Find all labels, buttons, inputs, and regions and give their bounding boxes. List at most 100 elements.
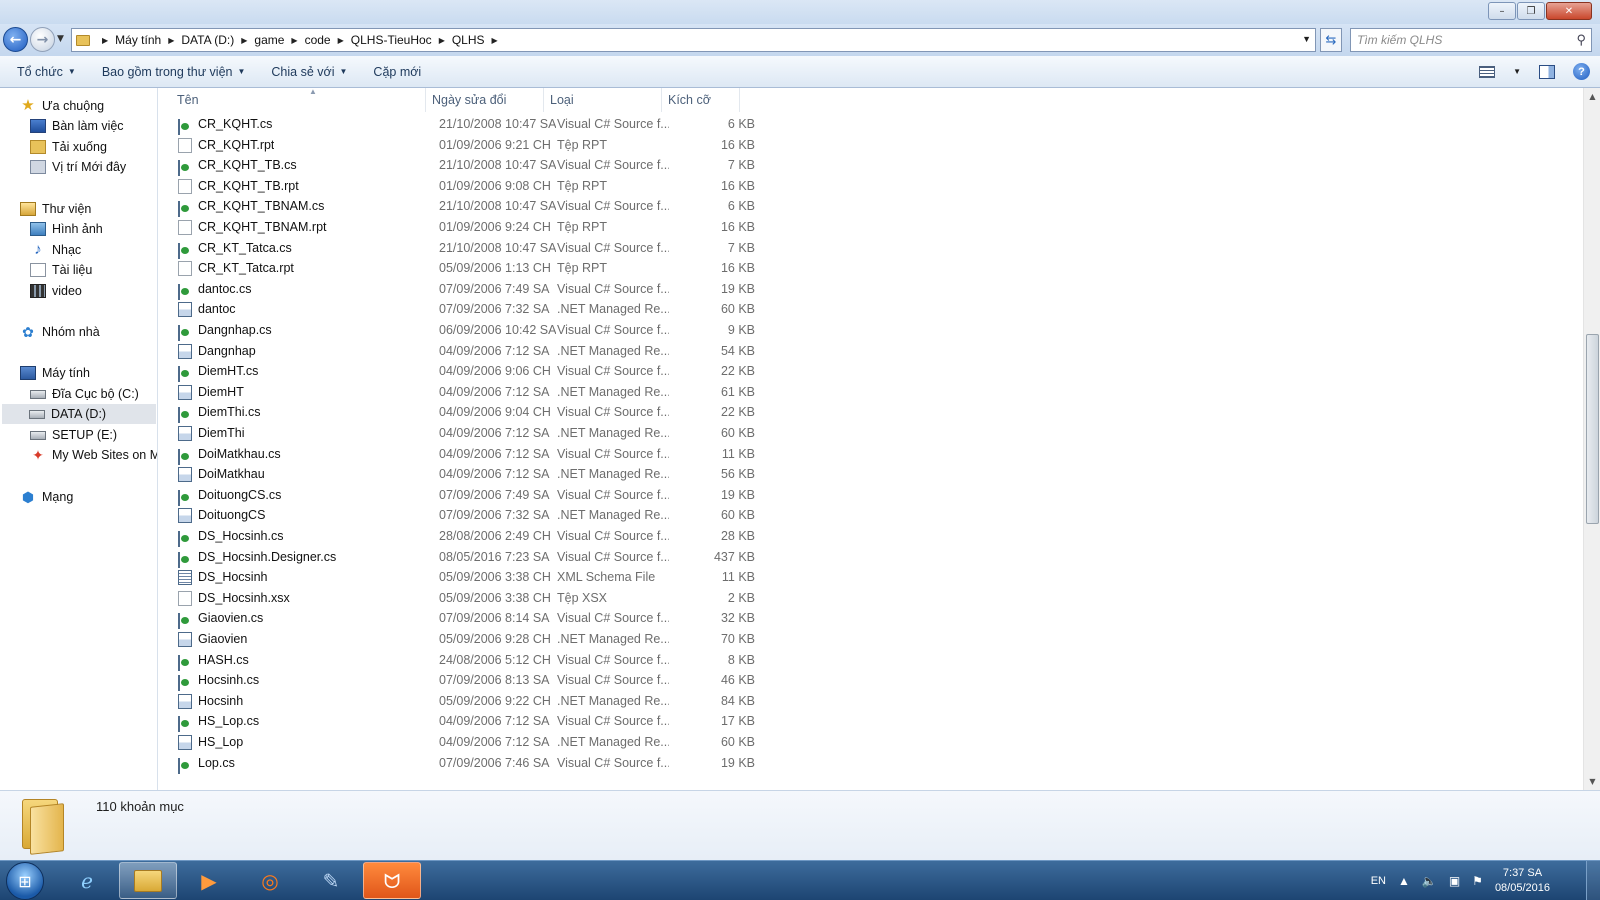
chevron-right-icon[interactable]: ▶: [102, 36, 108, 45]
file-explorer-icon[interactable]: [119, 862, 177, 899]
file-row[interactable]: DoiMatkhau 04/09/2006 7:12 SA .NET Managed…: [159, 464, 759, 485]
tool-icon[interactable]: ✎: [302, 862, 360, 899]
help-icon[interactable]: ?: [1573, 63, 1590, 80]
column-header-type[interactable]: Loại: [544, 88, 662, 112]
breadcrumb-game[interactable]: game: [253, 33, 285, 47]
file-row[interactable]: dantoc 07/09/2006 7:32 SA .NET Managed Re.…: [159, 299, 759, 320]
start-button[interactable]: ⊞: [6, 862, 44, 900]
action-center-icon[interactable]: ⚑: [1472, 874, 1483, 888]
file-row[interactable]: DoiMatkhau.cs 04/09/2006 7:12 SA Visual C#…: [159, 444, 759, 465]
column-header-date[interactable]: Ngày sửa đổi: [426, 88, 544, 112]
minimize-button[interactable]: –: [1488, 2, 1516, 20]
share-with-button[interactable]: Chia sẻ với ▼: [262, 65, 356, 79]
file-row[interactable]: CR_KQHT.cs 21/10/2008 10:47 SA Visual C# S…: [159, 114, 759, 135]
column-header-size[interactable]: Kích cỡ: [662, 88, 740, 112]
sidebar-item-desktop[interactable]: Bàn làm việc: [30, 116, 124, 136]
breadcrumb-drive-d[interactable]: DATA (D:): [180, 33, 235, 47]
sidebar-item-music[interactable]: ♪ Nhạc: [30, 240, 81, 260]
column-header-name[interactable]: Tên ▲: [171, 88, 426, 112]
refresh-button[interactable]: ⇆: [1320, 28, 1342, 52]
chevron-right-icon[interactable]: ▶: [439, 36, 445, 45]
new-folder-button[interactable]: Cặp mới: [364, 65, 430, 79]
file-row[interactable]: dantoc.cs 07/09/2006 7:49 SA Visual C# Sou…: [159, 279, 759, 300]
chevron-right-icon[interactable]: ▶: [168, 36, 174, 45]
uc-browser-icon[interactable]: ᗢ: [363, 862, 421, 899]
chevron-right-icon[interactable]: ▶: [492, 36, 498, 45]
file-row[interactable]: HS_Lop.cs 04/09/2006 7:12 SA Visual C# Sou…: [159, 711, 759, 733]
change-view-icon[interactable]: [1479, 65, 1496, 78]
sidebar-item-drive-d[interactable]: DATA (D:): [2, 404, 156, 424]
search-icon[interactable]: ⚲: [1576, 32, 1586, 48]
file-row[interactable]: DoituongCS 07/09/2006 7:32 SA .NET Managed…: [159, 505, 759, 526]
file-row[interactable]: DS_Hocsinh.cs 28/08/2006 2:49 CH Visual C#…: [159, 526, 759, 547]
sidebar-item-network[interactable]: ⬢ Mạng: [20, 487, 73, 507]
breadcrumb-qlhs-tieuhoc[interactable]: QLHS-TieuHoc: [350, 33, 433, 47]
view-options-dropdown[interactable]: ▼: [1513, 67, 1521, 76]
internet-explorer-icon[interactable]: ℯ: [58, 862, 116, 899]
search-input[interactable]: Tìm kiếm QLHS ⚲: [1350, 28, 1592, 52]
file-row[interactable]: Hocsinh.cs 07/09/2006 8:13 SA Visual C# So…: [159, 670, 759, 692]
sidebar-item-recent-places[interactable]: Vị trí Mới đây: [30, 157, 126, 177]
media-player-icon[interactable]: ▶: [180, 862, 238, 899]
chevron-right-icon[interactable]: ▶: [291, 36, 297, 45]
vertical-scrollbar[interactable]: ▲ ▼: [1583, 88, 1600, 790]
file-row[interactable]: DS_Hocsinh.xsx 05/09/2006 3:38 CH Tệp XSX 2…: [159, 588, 759, 609]
file-row[interactable]: Dangnhap.cs 06/09/2006 10:42 SA Visual C# …: [159, 320, 759, 341]
show-desktop-button[interactable]: [1586, 861, 1600, 900]
sidebar-item-computer[interactable]: Máy tính: [20, 363, 90, 383]
file-row[interactable]: DiemHT.cs 04/09/2006 9:06 CH Visual C# Sou…: [159, 361, 759, 383]
volume-icon[interactable]: 🔈: [1422, 874, 1437, 888]
file-row[interactable]: HS_Lop 04/09/2006 7:12 SA .NET Managed Re.…: [159, 732, 759, 753]
close-button[interactable]: ✕: [1546, 2, 1592, 20]
network-status-icon[interactable]: ▣: [1449, 874, 1460, 888]
breadcrumb-code[interactable]: code: [304, 33, 332, 47]
file-row[interactable]: DS_Hocsinh.Designer.cs 08/05/2016 7:23 SA…: [159, 547, 759, 568]
scrollbar-thumb[interactable]: [1586, 334, 1599, 524]
file-row[interactable]: HASH.cs 24/08/2006 5:12 CH Visual C# Sourc…: [159, 650, 759, 671]
address-history-dropdown[interactable]: ▼: [1302, 34, 1311, 44]
file-row[interactable]: CR_KQHT_TBNAM.cs 21/10/2008 10:47 SA Visua…: [159, 196, 759, 218]
sidebar-item-drive-c[interactable]: Đĩa Cục bộ (C:): [30, 384, 139, 404]
file-row[interactable]: DiemThi.cs 04/09/2006 9:04 CH Visual C# So…: [159, 402, 759, 424]
recent-pages-dropdown[interactable]: ▼: [57, 34, 64, 44]
clock[interactable]: 7:37 SA 08/05/2016: [1495, 866, 1550, 896]
sidebar-item-documents[interactable]: Tài liệu: [30, 260, 92, 280]
file-row[interactable]: Hocsinh 05/09/2006 9:22 CH .NET Managed Re…: [159, 691, 759, 712]
address-bar[interactable]: ▶ Máy tính ▶ DATA (D:) ▶ game ▶ code ▶ Q…: [71, 28, 1316, 52]
language-indicator[interactable]: EN: [1371, 875, 1386, 887]
scroll-up-icon[interactable]: ▲: [1584, 88, 1600, 105]
show-hidden-icons-icon[interactable]: ▲: [1398, 874, 1410, 888]
sidebar-item-libraries[interactable]: Thư viện: [20, 199, 91, 219]
back-button[interactable]: ←: [3, 27, 28, 52]
file-row[interactable]: DiemHT 04/09/2006 7:12 SA .NET Managed Re.…: [159, 382, 759, 403]
sidebar-item-videos[interactable]: video: [30, 281, 82, 301]
file-row[interactable]: DS_Hocsinh 05/09/2006 3:38 CH XML Schema F…: [159, 567, 759, 588]
sidebar-item-pictures[interactable]: Hình ảnh: [30, 219, 103, 239]
file-row[interactable]: CR_KQHT_TBNAM.rpt 01/09/2006 9:24 CH Tệp R…: [159, 217, 759, 238]
browser-icon[interactable]: ◎: [241, 862, 299, 899]
organize-button[interactable]: Tổ chức ▼: [8, 65, 85, 79]
file-row[interactable]: DiemThi 04/09/2006 7:12 SA .NET Managed Re…: [159, 423, 759, 444]
file-row[interactable]: Dangnhap 04/09/2006 7:12 SA .NET Managed R…: [159, 341, 759, 362]
chevron-right-icon[interactable]: ▶: [338, 36, 344, 45]
file-row[interactable]: CR_KT_Tatca.rpt 05/09/2006 1:13 CH Tệp RPT…: [159, 258, 759, 279]
scroll-down-icon[interactable]: ▼: [1584, 773, 1600, 790]
sidebar-item-favorites[interactable]: ★ Ưa chuộng: [20, 96, 104, 116]
file-row[interactable]: Lop.cs 07/09/2006 7:46 SA Visual C# Source…: [159, 753, 759, 774]
chevron-right-icon[interactable]: ▶: [241, 36, 247, 45]
file-row[interactable]: DoituongCS.cs 07/09/2006 7:49 SA Visual C#…: [159, 485, 759, 506]
include-in-library-button[interactable]: Bao gồm trong thư viện ▼: [93, 65, 255, 79]
breadcrumb-computer[interactable]: Máy tính: [114, 33, 162, 47]
file-row[interactable]: CR_KQHT_TB.cs 21/10/2008 10:47 SA Visual C…: [159, 155, 759, 177]
file-row[interactable]: Giaovien.cs 07/09/2006 8:14 SA Visual C# S…: [159, 608, 759, 630]
restore-button[interactable]: ❐: [1517, 2, 1545, 20]
sidebar-item-web-sites[interactable]: ✦ My Web Sites on MSN: [30, 445, 157, 465]
file-row[interactable]: Giaovien 05/09/2006 9:28 CH .NET Managed R…: [159, 629, 759, 650]
file-row[interactable]: CR_KQHT_TB.rpt 01/09/2006 9:08 CH Tệp RPT 1…: [159, 176, 759, 197]
breadcrumb-qlhs[interactable]: QLHS: [451, 33, 486, 47]
sidebar-item-homegroup[interactable]: ✿ Nhóm nhà: [20, 322, 100, 342]
file-row[interactable]: CR_KT_Tatca.cs 21/10/2008 10:47 SA Visual …: [159, 238, 759, 259]
file-row[interactable]: CR_KQHT.rpt 01/09/2006 9:21 CH Tệp RPT 16 K…: [159, 135, 759, 156]
sidebar-item-drive-e[interactable]: SETUP (E:): [30, 425, 117, 445]
sidebar-item-downloads[interactable]: Tải xuống: [30, 137, 107, 157]
